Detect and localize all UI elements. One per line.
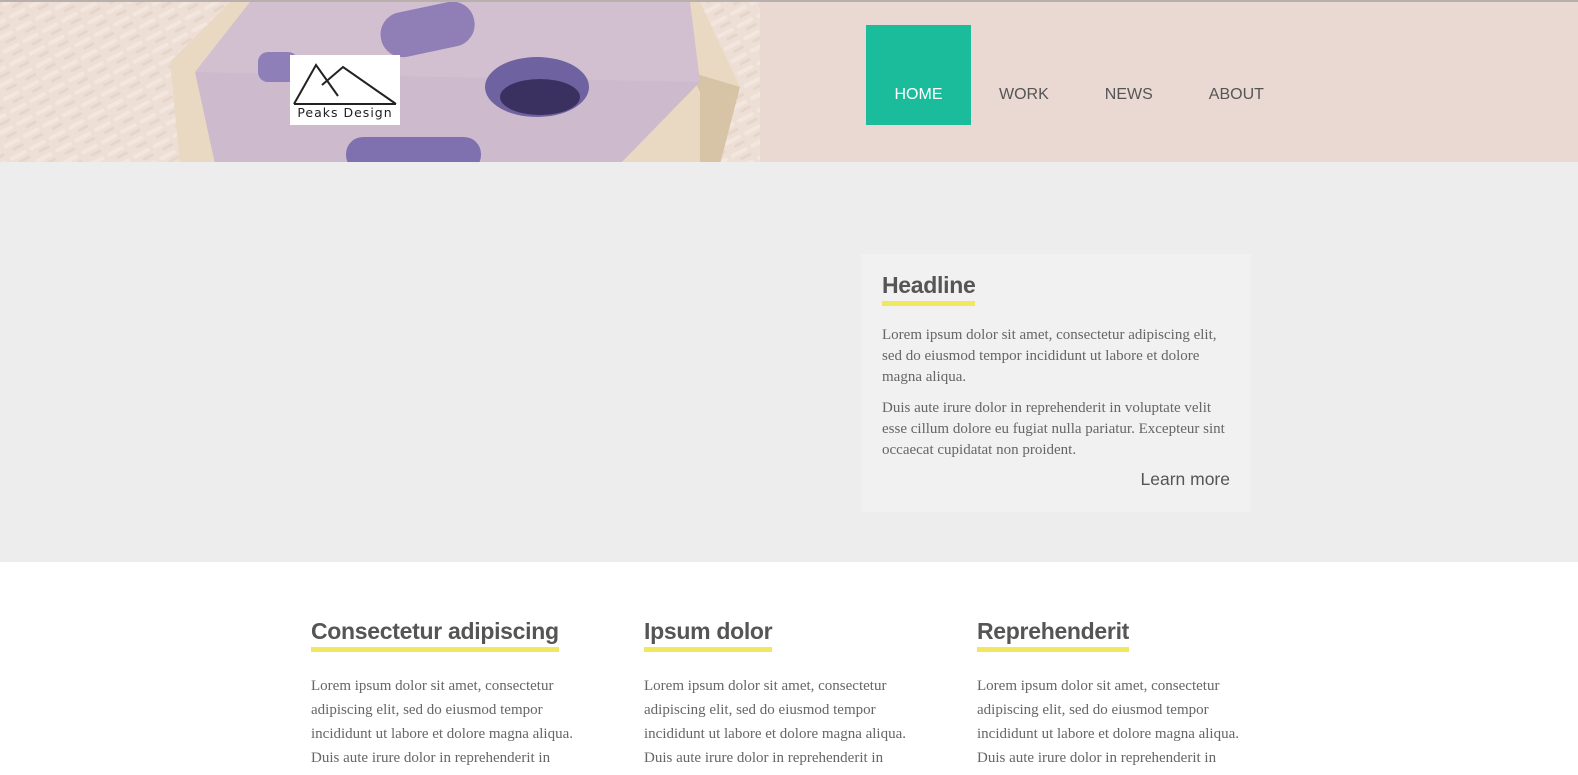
feature-column: Reprehenderit Lorem ipsum dolor sit amet…: [977, 618, 1262, 770]
learn-more-link[interactable]: Learn more: [1141, 469, 1231, 490]
nav-work[interactable]: WORK: [999, 25, 1049, 125]
mountain-peaks-icon: [293, 63, 397, 105]
column-title: Consectetur adipiscing: [311, 618, 559, 652]
column-title: Reprehenderit: [977, 618, 1129, 652]
hero-card: Headline Lorem ipsum dolor sit amet, con…: [861, 254, 1251, 512]
nav-about[interactable]: ABOUT: [1209, 25, 1264, 125]
hero-paragraph: Duis aute irure dolor in reprehenderit i…: [882, 400, 1225, 458]
column-text: Lorem ipsum dolor sit amet, consectetur …: [644, 678, 907, 766]
column-text: Lorem ipsum dolor sit amet, consectetur …: [977, 678, 1240, 766]
logo[interactable]: Peaks Design: [290, 55, 400, 125]
logo-text: Peaks Design: [297, 105, 393, 120]
feature-columns: Consectetur adipiscing Lorem ipsum dolor…: [311, 618, 1261, 775]
hero-photo: [0, 2, 1578, 162]
feature-column: Consectetur adipiscing Lorem ipsum dolor…: [311, 618, 596, 770]
hero-band: [0, 162, 1578, 562]
hero-paragraph: Lorem ipsum dolor sit amet, consectetur …: [882, 327, 1217, 385]
column-text: Lorem ipsum dolor sit amet, consectetur …: [311, 678, 574, 766]
main-nav: HOME WORK NEWS ABOUT: [866, 25, 1264, 125]
column-title: Ipsum dolor: [644, 618, 773, 652]
nav-home[interactable]: HOME: [866, 25, 971, 125]
nav-news[interactable]: NEWS: [1105, 25, 1153, 125]
feature-column: Ipsum dolor Lorem ipsum dolor sit amet, …: [644, 618, 929, 770]
header: Peaks Design HOME WORK NEWS ABOUT: [0, 0, 1578, 162]
hero-title: Headline: [882, 272, 976, 306]
